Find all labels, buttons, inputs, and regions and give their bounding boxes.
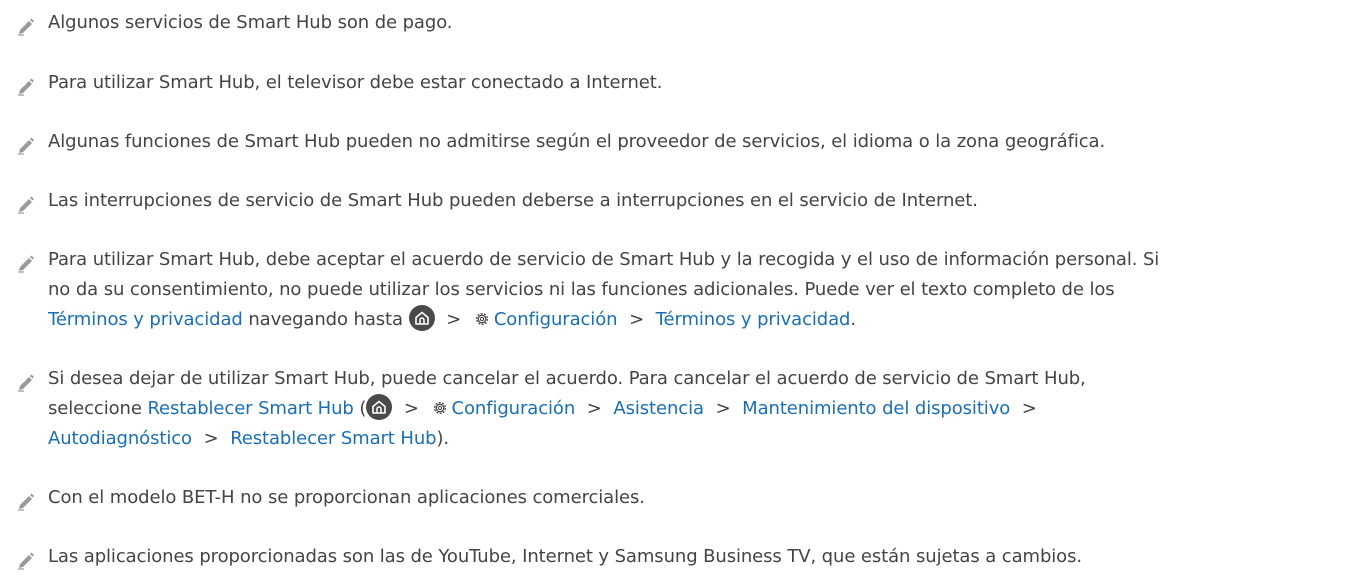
note-text-line2: seleccione Restablecer Smart Hub ( > Con… bbox=[48, 394, 1354, 424]
home-icon bbox=[366, 394, 393, 420]
note-text: Con el modelo BET-H no se proporcionan a… bbox=[48, 487, 645, 508]
pencil-icon bbox=[16, 372, 36, 392]
separator: > bbox=[715, 398, 731, 419]
settings-link[interactable]: Configuración bbox=[494, 309, 618, 330]
separator: > bbox=[1021, 398, 1037, 419]
nav-text: navegando hasta bbox=[248, 309, 403, 330]
separator: > bbox=[629, 309, 645, 330]
terms-privacy-link[interactable]: Términos y privacidad bbox=[656, 309, 851, 330]
select-text: seleccione bbox=[48, 398, 142, 419]
note-text: Para utilizar Smart Hub, el televisor de… bbox=[48, 72, 663, 93]
note-text: Para utilizar Smart Hub, debe aceptar el… bbox=[48, 249, 1160, 270]
separator: > bbox=[403, 398, 419, 419]
note-text: Si desea dejar de utilizar Smart Hub, pu… bbox=[48, 368, 1086, 389]
pencil-icon bbox=[16, 550, 36, 570]
reset-smart-hub-link[interactable]: Restablecer Smart Hub bbox=[230, 428, 436, 449]
gear-icon bbox=[473, 310, 491, 328]
period: . bbox=[850, 309, 857, 330]
separator: > bbox=[586, 398, 602, 419]
notes-list: Algunos servicios de Smart Hub son de pa… bbox=[0, 0, 1362, 588]
settings-link[interactable]: Configuración bbox=[452, 398, 576, 419]
paren-close: ). bbox=[436, 428, 450, 449]
terms-privacy-link[interactable]: Términos y privacidad bbox=[48, 309, 243, 330]
pencil-icon bbox=[16, 491, 36, 511]
gear-icon bbox=[431, 399, 449, 417]
note-text: no da su consentimiento, no puede utiliz… bbox=[48, 279, 1115, 300]
pencil-icon bbox=[16, 16, 36, 36]
pencil-icon bbox=[16, 194, 36, 214]
note-text: Algunas funciones de Smart Hub pueden no… bbox=[48, 131, 1106, 152]
reset-smart-hub-link[interactable]: Restablecer Smart Hub bbox=[147, 398, 353, 419]
paren: ( bbox=[359, 398, 367, 419]
home-icon bbox=[408, 305, 435, 331]
note-text-line3: Autodiagnóstico > Restablecer Smart Hub)… bbox=[48, 424, 1354, 454]
separator: > bbox=[446, 309, 462, 330]
separator: > bbox=[203, 428, 219, 449]
pencil-icon bbox=[16, 135, 36, 155]
note-text: Las aplicaciones proporcionadas son las … bbox=[48, 546, 1082, 567]
device-maintenance-link[interactable]: Mantenimiento del dispositivo bbox=[742, 398, 1010, 419]
support-link[interactable]: Asistencia bbox=[613, 398, 704, 419]
note-text: Algunos servicios de Smart Hub son de pa… bbox=[48, 12, 453, 33]
note-text: Las interrupciones de servicio de Smart … bbox=[48, 190, 978, 211]
note-text-line3: Términos y privacidad navegando hasta > … bbox=[48, 305, 1354, 335]
pencil-icon bbox=[16, 253, 36, 273]
self-diagnosis-link[interactable]: Autodiagnóstico bbox=[48, 428, 192, 449]
pencil-icon bbox=[16, 76, 36, 96]
